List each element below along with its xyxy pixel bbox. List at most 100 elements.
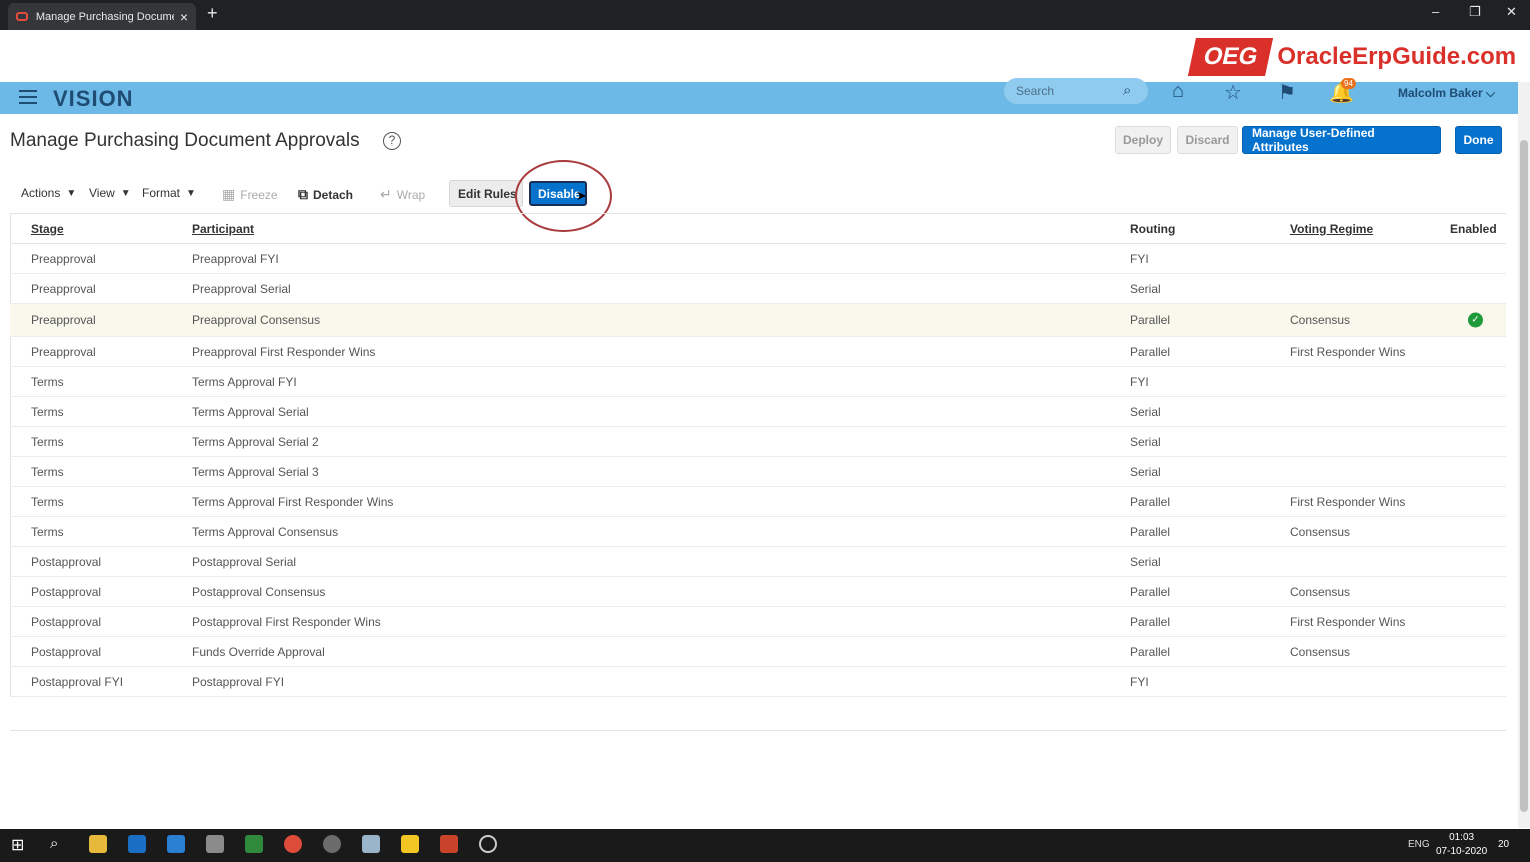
cell-voting-regime: Consensus (1290, 584, 1351, 599)
app-icon[interactable] (362, 835, 380, 853)
windows-taskbar: ⊞ ⌕ ENG 01:03 07-10-2020 20 (0, 829, 1530, 862)
wrap-label: Wrap (396, 187, 426, 202)
table-row[interactable]: Preapproval Preapproval First Responder W… (10, 337, 1506, 367)
cell-routing: Parallel (1130, 584, 1171, 599)
scrollbar-thumb[interactable] (1520, 140, 1528, 812)
deploy-button[interactable]: Deploy (1115, 126, 1171, 154)
table-row[interactable]: Preapproval Preapproval Consensus Parallel… (10, 304, 1506, 337)
help-icon[interactable]: ? (383, 132, 401, 150)
cell-voting-regime: First Responder Wins (1290, 344, 1406, 359)
search-icon[interactable]: ⌕ (1123, 82, 1131, 99)
user-menu[interactable]: Malcolm Baker ⌵ (1398, 86, 1495, 101)
freeze-icon: ▦ (222, 186, 236, 202)
flag-icon[interactable]: ⚑ (1278, 80, 1296, 105)
col-participant[interactable]: Participant (192, 222, 254, 236)
app-icon[interactable] (323, 835, 341, 853)
table-row[interactable]: Postapproval Postapproval Consensus Parall… (10, 577, 1506, 607)
col-stage[interactable]: Stage (31, 222, 64, 236)
table-row[interactable]: Preapproval Preapproval Serial Serial (10, 274, 1506, 304)
close-window-icon[interactable]: ✕ (1506, 4, 1517, 20)
cell-stage: Preapproval (31, 313, 96, 327)
table-row[interactable]: Postapproval FYI Postapproval FYI FYI (10, 667, 1506, 697)
grid-bottom-border (10, 730, 1506, 731)
chevron-down-icon: ▼ (66, 187, 77, 199)
favorites-star-icon[interactable]: ☆ (1224, 80, 1242, 105)
page-scrollbar[interactable] (1518, 82, 1530, 828)
menu-icon[interactable] (19, 90, 37, 108)
cell-participant: Postapproval Consensus (192, 584, 326, 599)
detach-button[interactable]: ⧉ Detach (298, 186, 353, 203)
tab-close-icon[interactable]: × (180, 9, 188, 25)
col-voting-regime[interactable]: Voting Regime (1290, 222, 1373, 236)
action-center-icon[interactable]: 20 (1498, 839, 1509, 850)
brand-name: VISION (53, 86, 134, 111)
cell-participant: Funds Override Approval (192, 644, 325, 659)
cell-routing: Parallel (1130, 313, 1171, 327)
cell-routing: FYI (1130, 374, 1149, 389)
cell-stage: Terms (31, 374, 64, 389)
cell-participant: Postapproval First Responder Wins (192, 614, 381, 629)
table-row[interactable]: Terms Terms Approval Serial 3 Serial (10, 457, 1506, 487)
new-tab-button[interactable]: + (207, 3, 218, 24)
freeze-label: Freeze (240, 187, 278, 202)
table-row[interactable]: Terms Terms Approval FYI FYI (10, 367, 1506, 397)
cell-routing: FYI (1130, 251, 1149, 266)
browser-tab[interactable]: Manage Purchasing Document A × (8, 3, 196, 30)
col-enabled[interactable]: Enabled (1450, 222, 1497, 236)
language-indicator[interactable]: ENG (1408, 839, 1430, 850)
wrap-button[interactable]: ↵ Wrap (380, 186, 425, 203)
cell-routing: FYI (1130, 674, 1149, 689)
format-label: Format (142, 186, 181, 200)
table-row[interactable]: Postapproval Funds Override Approval Paral… (10, 637, 1506, 667)
actions-menu[interactable]: Actions ▼ (21, 186, 76, 200)
enabled-check-icon: ✓ (1468, 312, 1483, 328)
detach-label: Detach (313, 187, 354, 202)
table-row[interactable]: Postapproval Postapproval First Responder… (10, 607, 1506, 637)
cell-routing: Serial (1130, 464, 1161, 479)
logo-badge: OEG (1187, 38, 1274, 76)
clock[interactable]: 01:03 07-10-2020 (1436, 831, 1487, 859)
taskbar-search-icon[interactable]: ⌕ (50, 835, 68, 853)
chevron-down-icon: ▼ (186, 187, 196, 199)
freeze-button[interactable]: ▦ Freeze (222, 186, 278, 203)
powerpoint-icon[interactable] (440, 835, 458, 853)
done-button[interactable]: Done (1455, 126, 1502, 154)
cell-stage: Postapproval (31, 554, 102, 569)
table-row[interactable]: Terms Terms Approval Serial 2 Serial (10, 427, 1506, 457)
app-icon[interactable] (206, 835, 224, 853)
outlook-icon[interactable] (128, 835, 146, 853)
view-menu[interactable]: View ▼ (89, 186, 131, 200)
recorder-icon[interactable] (479, 835, 497, 853)
chrome-icon[interactable] (284, 835, 302, 853)
cell-participant: Preapproval First Responder Wins (192, 344, 376, 359)
clock-time: 01:03 (1449, 832, 1475, 843)
edit-rules-button[interactable]: Edit Rules (449, 180, 523, 207)
cell-voting-regime: First Responder Wins (1290, 494, 1406, 509)
restore-icon[interactable]: ❐ (1469, 4, 1481, 20)
table-row[interactable]: Terms Terms Approval Serial Serial (10, 397, 1506, 427)
windows-start-icon[interactable]: ⊞ (11, 835, 29, 854)
file-explorer-icon[interactable] (89, 835, 107, 853)
table-row[interactable]: Terms Terms Approval First Responder Wins… (10, 487, 1506, 517)
cell-stage: Terms (31, 494, 64, 509)
cell-voting-regime: Consensus (1290, 313, 1351, 327)
cell-stage: Terms (31, 524, 64, 539)
format-menu[interactable]: Format ▼ (142, 186, 196, 200)
mail-icon[interactable] (167, 835, 185, 853)
col-routing[interactable]: Routing (1130, 222, 1175, 236)
cell-routing: Serial (1130, 554, 1161, 569)
table-row[interactable]: Preapproval Preapproval FYI FYI (10, 244, 1506, 274)
sticky-notes-icon[interactable] (401, 835, 419, 853)
discard-button[interactable]: Discard (1177, 126, 1238, 154)
home-icon[interactable]: ⌂ (1172, 80, 1184, 103)
manage-user-defined-attributes-button[interactable]: Manage User-Defined Attributes (1242, 126, 1441, 154)
cell-participant: Terms Approval Consensus (192, 524, 339, 539)
notepad-icon[interactable] (245, 835, 263, 853)
table-row[interactable]: Postapproval Postapproval Serial Serial (10, 547, 1506, 577)
minimize-icon[interactable]: – (1432, 4, 1439, 19)
cell-routing: Parallel (1130, 524, 1171, 539)
cell-routing: Serial (1130, 404, 1161, 419)
cell-stage: Preapproval (31, 344, 96, 359)
table-row[interactable]: Terms Terms Approval Consensus Parallel Con… (10, 517, 1506, 547)
approvals-table: Stage Participant Routing Voting Regime … (10, 213, 1506, 697)
